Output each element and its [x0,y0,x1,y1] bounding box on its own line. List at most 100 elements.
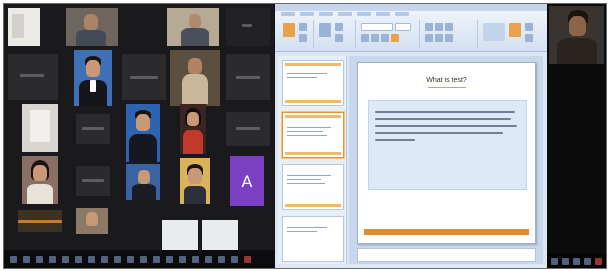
whiteboard-icon[interactable] [153,255,160,263]
numbering-icon[interactable] [435,23,443,31]
info-icon[interactable] [218,255,225,263]
leave-meeting-icon[interactable] [595,257,602,265]
reset-icon[interactable] [335,34,343,42]
ribbon-tab[interactable] [357,12,371,16]
layout-icon[interactable] [335,23,343,31]
view-icon[interactable] [127,255,134,263]
current-slide[interactable]: What is test? [357,62,536,244]
copy-icon[interactable] [299,34,307,42]
speaker-notes-pane[interactable] [357,248,536,262]
paste-icon[interactable] [283,23,295,37]
ribbon-tab[interactable] [319,12,333,16]
ribbon-tab[interactable] [395,12,409,16]
presenter-camera-tile[interactable] [549,6,604,64]
slide-thumbnail-selected[interactable] [282,112,344,158]
record-icon[interactable] [75,255,82,263]
participant-tile[interactable] [76,208,108,234]
body-text-line [375,118,511,120]
align-left-icon[interactable] [425,34,433,42]
thumbnail-band [285,115,341,118]
paragraph-group [421,20,478,48]
participant-tile[interactable] [8,54,58,100]
chat-icon[interactable] [584,257,591,265]
slide-thumbnail[interactable] [282,60,344,106]
participant-tile[interactable] [226,8,270,46]
font-name-dropdown[interactable] [361,23,393,31]
participant-tile[interactable]: A [230,156,264,206]
clipboard-group [279,20,314,48]
thumbnail-text [287,77,317,78]
indent-icon[interactable] [445,23,453,31]
font-size-dropdown[interactable] [395,23,411,31]
participant-tile[interactable] [170,50,220,106]
participant-tile[interactable] [8,8,40,46]
participant-video [129,134,157,162]
ribbon-tab[interactable] [281,12,295,16]
participant-tile[interactable] [226,112,270,146]
share-screen-icon[interactable] [62,255,69,263]
chat-icon[interactable] [49,255,56,263]
participant-tile[interactable] [180,158,210,204]
apps-icon[interactable] [140,255,147,263]
ribbon-tab[interactable] [376,12,390,16]
settings-icon[interactable] [114,255,121,263]
participant-tile[interactable] [162,220,198,250]
new-slide-icon[interactable] [319,23,331,37]
slide-thumbnail[interactable] [282,216,344,262]
slide-title[interactable]: What is test? [358,77,535,84]
participant-tile[interactable] [122,54,166,100]
camera-icon[interactable] [562,257,569,265]
participant-tile[interactable] [126,164,160,200]
title-underline [428,87,466,88]
participant-tile[interactable] [167,8,219,46]
participant-video [18,220,62,223]
participant-tile[interactable] [66,8,118,46]
participant-tile[interactable] [74,50,112,106]
participant-tile[interactable] [22,104,58,152]
participant-tile[interactable] [22,156,58,204]
microphone-icon[interactable] [10,255,17,263]
participant-tile[interactable] [226,54,270,100]
captions-icon[interactable] [192,255,199,263]
ribbon-tab[interactable] [300,12,314,16]
underline-icon[interactable] [381,34,389,42]
security-icon[interactable] [179,255,186,263]
italic-icon[interactable] [371,34,379,42]
participant-tile[interactable] [18,210,62,232]
share-screen-icon[interactable] [573,257,580,265]
quick-styles-icon[interactable] [509,23,521,37]
camera-icon[interactable] [23,255,30,263]
participant-tile[interactable] [202,220,238,250]
participant-tile[interactable] [180,104,206,154]
slide-body-textbox[interactable] [368,100,527,190]
breakout-icon[interactable] [166,255,173,263]
participant-tile[interactable] [76,166,110,196]
microphone-icon[interactable] [551,257,558,265]
thumbnail-text [287,135,327,136]
slide-thumbnails-pane [278,56,347,264]
bullets-icon[interactable] [425,23,433,31]
ribbon-tabs [281,12,409,16]
thumbnail-band [285,100,341,103]
replace-icon[interactable] [525,34,533,42]
slide-thumbnail[interactable] [282,164,344,210]
more-icon[interactable] [101,255,108,263]
hand-icon[interactable] [205,255,212,263]
participant-tile[interactable] [76,114,110,144]
participant-tile[interactable] [126,104,160,162]
bold-icon[interactable] [361,34,369,42]
leave-meeting-icon[interactable] [244,255,251,263]
layout-icon[interactable] [231,255,238,263]
cut-icon[interactable] [299,23,307,31]
body-text-line [375,132,503,134]
shapes-gallery[interactable] [483,23,505,41]
find-icon[interactable] [525,23,533,31]
participants-icon[interactable] [36,255,43,263]
participant-video [27,184,53,204]
font-color-icon[interactable] [391,34,399,42]
reactions-icon[interactable] [88,255,95,263]
ribbon-toolbar [275,11,547,52]
ribbon-tab[interactable] [338,12,352,16]
align-right-icon[interactable] [445,34,453,42]
align-center-icon[interactable] [435,34,443,42]
